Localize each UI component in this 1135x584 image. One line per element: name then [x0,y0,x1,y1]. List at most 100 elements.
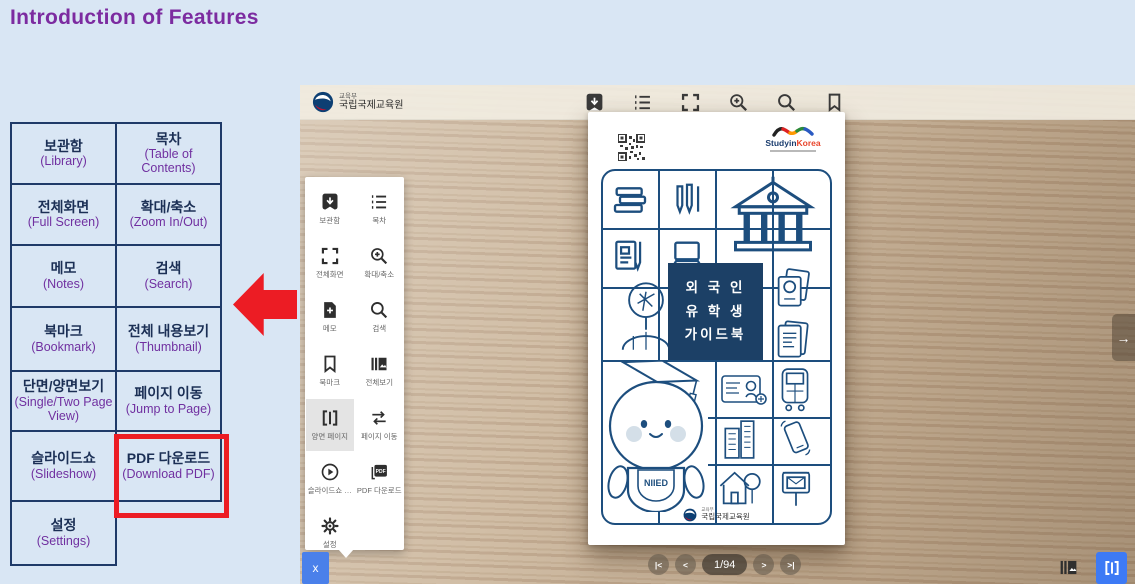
toc-icon [369,192,389,212]
menu-item-bookmark[interactable]: 북마크 [306,345,354,397]
feature-en: (Settings) [37,534,91,548]
page: Introduction of Features 보관함 (Library) 목… [0,0,1135,584]
logo-org: 국립국제교육원 [339,100,403,111]
toolbar-zoom-button[interactable] [728,92,749,113]
next-page-button[interactable]: > [753,554,774,575]
feature-cell-toc: 목차 (Table of Contents) [115,122,222,185]
feature-ko: 보관함 [44,139,83,155]
feature-en: (Zoom In/Out) [130,215,208,229]
niied-mascot: NIIED [604,360,712,512]
train-icon [776,366,814,412]
feature-en: (Bookmark) [31,340,96,354]
last-page-button[interactable]: >| [780,554,801,575]
footer-logo-org: 국립국제교육원 [701,513,749,521]
first-page-button[interactable]: |< [648,554,669,575]
menu-item-jump[interactable]: 페이지 이동 [356,399,404,451]
menu-label: 목차 [372,215,386,226]
feature-en: (Jump to Page) [126,402,211,416]
passport-icon [774,268,812,310]
menu-item-library[interactable]: 보관함 [306,183,354,235]
menu-item-toc[interactable]: 목차 [356,183,404,235]
menu-close-button[interactable]: x [302,552,329,584]
menu-item-note[interactable]: 메모 [306,291,354,343]
jump-page-icon [369,408,389,428]
menu-label: 보관함 [319,215,340,226]
location-plane-icon [618,278,674,354]
menu-item-download-pdf[interactable]: PDF PDF 다운로드 [356,453,404,505]
menu-label: 북마크 [319,377,340,388]
fullscreen-icon [680,92,701,113]
library-icon [584,92,605,113]
slideshow-icon [320,462,340,482]
thumbnail-icon [1058,557,1079,578]
pdf-icon: PDF [369,462,389,482]
feature-ko: 확대/축소 [141,200,196,216]
cover-title-line: 외 국 인 [686,276,746,300]
feature-cell-fullscreen: 전체화면 (Full Screen) [10,183,117,246]
menu-item-search[interactable]: 검색 [356,291,404,343]
feature-cell-thumbnail: 전체 내용보기 (Thumbnail) [115,306,222,372]
search-icon [776,92,797,113]
studyinkorea-logo: StudyinKorea [756,124,830,152]
feature-ko: 목차 [156,132,182,148]
feature-ko: 북마크 [44,324,83,340]
feature-ko: 메모 [51,261,77,277]
phone-icon [778,418,814,458]
toolbar-bookmark-button[interactable] [824,92,845,113]
toolbar-search-button[interactable] [776,92,797,113]
feature-cell-bookmark: 북마크 (Bookmark) [10,306,117,372]
prev-page-button[interactable]: < [675,554,696,575]
settings-gear-icon [320,516,340,536]
menu-label: 메모 [323,323,337,334]
next-page-edge-button[interactable]: → [1112,314,1135,361]
bookmark-icon [320,354,340,374]
feature-cell-library: 보관함 (Library) [10,122,117,185]
menu-label: 검색 [372,323,386,334]
government-logo-icon [683,508,697,522]
menu-item-zoom[interactable]: 확대/축소 [356,237,404,289]
menu-item-fullscreen[interactable]: 전체화면 [306,237,354,289]
red-arrow [233,273,297,336]
menu-label: 양면 페이지 [311,431,348,442]
viewer-menu-panel: 보관함 목차 전체화면 확대/축소 메모 검색 [305,177,404,550]
toolbar-fullscreen-button[interactable] [680,92,701,113]
university-icon [728,176,818,260]
menu-label: 페이지 이동 [361,431,398,442]
pens-icon [668,176,706,222]
toolbar-toc-button[interactable] [632,92,653,113]
menu-label: 설정 [323,539,337,550]
feature-ko: 전체 내용보기 [128,324,209,340]
feature-en: (Thumbnail) [135,340,202,354]
feature-en: (Library) [40,154,87,168]
thumbnail-view-button[interactable] [1058,557,1079,578]
feature-ko: 검색 [156,261,182,277]
menu-item-slideshow[interactable]: 슬라이드쇼 … [306,453,354,505]
feature-cell-notes: 메모 (Notes) [10,244,117,308]
zoom-in-icon [728,92,749,113]
menu-label: 전체화면 [316,269,344,280]
fullscreen-icon [320,246,340,266]
studyinkorea-text: StudyinKorea [765,139,820,148]
mailbox-icon [778,464,814,508]
cover-title-line: 유 학 생 [686,300,746,324]
toolbar-library-button[interactable] [584,92,605,113]
ebook-viewer: 교육부 국립국제교육원 [300,85,1135,584]
niied-logo: 교육부 국립국제교육원 [312,91,403,113]
menu-panel-tail [338,549,354,558]
feature-en: (Search) [145,277,193,291]
menu-label: 슬라이드쇼 … [308,485,352,496]
feature-cell-search: 검색 (Search) [115,244,222,308]
two-page-view-button[interactable] [1096,552,1127,584]
menu-item-two-page[interactable]: 양면 페이지 [306,399,354,451]
studyinkorea-swoosh-icon [771,124,815,139]
feature-cell-settings: 설정 (Settings) [10,500,117,566]
zoom-in-icon [369,246,389,266]
feature-cell-jump: 페이지 이동 (Jump to Page) [115,370,222,432]
two-page-icon [1103,559,1121,577]
menu-label: PDF 다운로드 [357,485,402,496]
notebook-icon [610,234,648,278]
books-icon [610,180,650,220]
feature-cell-zoom: 확대/축소 (Zoom In/Out) [115,183,222,246]
svg-text:NIIED: NIIED [644,478,669,488]
menu-item-thumbnail[interactable]: 전체보기 [356,345,404,397]
